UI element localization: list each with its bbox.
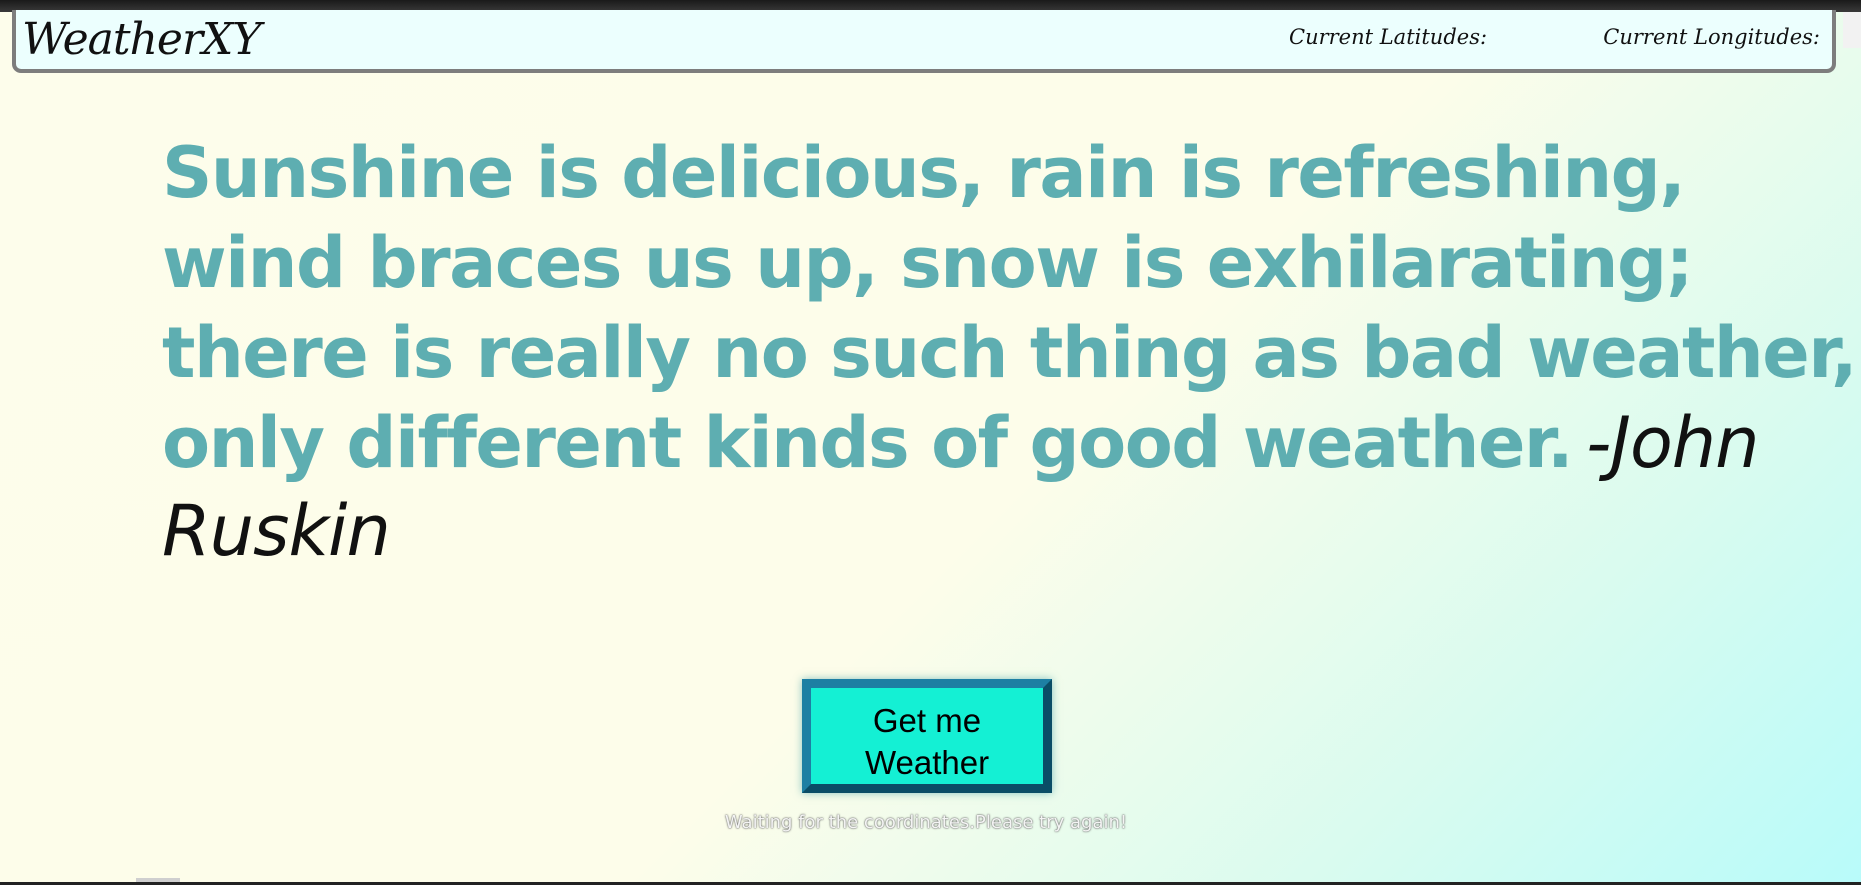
status-message: Waiting for the coordinates.Please try a… xyxy=(724,812,1128,833)
quote-line: there is really no such thing as bad wea… xyxy=(162,312,1858,394)
get-weather-button-label-line1: Get me xyxy=(872,702,982,739)
brand-logo[interactable]: WeatherXY xyxy=(22,14,261,66)
quote-line: Sunshine is delicious, rain is refreshin… xyxy=(162,132,1686,214)
quote-author-last: Ruskin xyxy=(162,490,391,572)
latitude-label: Current Latitudes: xyxy=(1289,25,1488,49)
weather-quote: Sunshine is delicious, rain is refreshin… xyxy=(162,128,1858,576)
scrollbar[interactable] xyxy=(1843,12,1861,48)
get-weather-button-label-line2: Weather xyxy=(864,744,990,781)
current-latitude: Current Latitudes: xyxy=(1289,24,1493,50)
longitude-label: Current Longitudes: xyxy=(1603,25,1820,49)
quote-author-first: -John xyxy=(1586,402,1759,484)
quote-line-text: only different kinds of good weather. xyxy=(162,402,1574,484)
get-weather-button[interactable]: Get me Weather xyxy=(802,679,1052,793)
quote-line: wind braces us up, snow is exhilarating; xyxy=(162,222,1694,304)
quote-line-final: only different kinds of good weather. -Jo… xyxy=(162,398,1760,488)
navbar: WeatherXY Current Latitudes: Current Lon… xyxy=(12,10,1836,73)
current-longitude: Current Longitudes: xyxy=(1603,24,1826,50)
